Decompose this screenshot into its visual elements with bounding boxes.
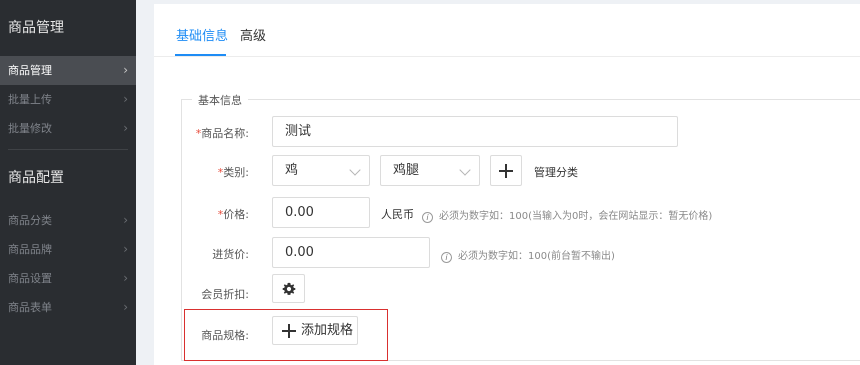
- category-label: *类别:: [217, 166, 249, 179]
- sidebar-item-label: 商品管理: [8, 64, 52, 77]
- sidebar-item-label: 商品表单: [8, 301, 52, 314]
- sidebar-item-product-settings[interactable]: 商品设置 ›: [0, 264, 136, 293]
- cost-hint: i 必须为数字如：100(前台暂不输出): [441, 247, 615, 263]
- chevron-right-icon: ›: [123, 271, 128, 285]
- price-hint: i 必须为数字如：100(当输入为0时，会在网站显示：暂无价格): [422, 207, 712, 223]
- chevron-right-icon: ›: [123, 92, 128, 106]
- sidebar-group-title: 商品管理: [8, 20, 64, 36]
- sidebar-item-label: 商品分类: [8, 214, 52, 227]
- member-discount-label: 会员折扣:: [201, 288, 249, 301]
- category-primary-value: 鸡: [285, 163, 299, 178]
- main-content: 基础信息 高级 基本信息 *商品名称: 测试 *类别: 鸡 鸡腿 管理分类 *价…: [136, 0, 860, 365]
- chevron-right-icon: ›: [123, 63, 128, 77]
- sidebar-item-batch-edit[interactable]: 批量修改 ›: [0, 114, 136, 143]
- cost-price-input[interactable]: 0.00: [272, 237, 430, 268]
- chevron-right-icon: ›: [123, 242, 128, 256]
- tab-basic-info[interactable]: 基础信息: [176, 25, 228, 44]
- chevron-right-icon: ›: [123, 121, 128, 135]
- category-select-primary[interactable]: 鸡: [272, 155, 370, 186]
- sidebar-item-product-management[interactable]: 商品管理 ›: [0, 56, 136, 85]
- info-icon: i: [441, 252, 452, 263]
- sidebar-item-product-category[interactable]: 商品分类 ›: [0, 206, 136, 235]
- chevron-right-icon: ›: [123, 213, 128, 227]
- price-input[interactable]: 0.00: [272, 197, 370, 228]
- manage-category-link[interactable]: 管理分类: [534, 164, 578, 180]
- active-tab-indicator: [175, 54, 226, 56]
- sidebar-item-batch-upload[interactable]: 批量上传 ›: [0, 85, 136, 114]
- sidebar-item-label: 批量修改: [8, 122, 52, 135]
- sidebar-item-product-brand[interactable]: 商品品牌 ›: [0, 235, 136, 264]
- price-unit: 人民币: [381, 208, 414, 221]
- fieldset-legend: 基本信息: [192, 92, 248, 108]
- chevron-right-icon: ›: [123, 300, 128, 314]
- tab-bar: 基础信息 高级: [154, 4, 860, 57]
- price-label: *价格:: [217, 208, 249, 221]
- sidebar-group-title: 商品配置: [8, 170, 64, 186]
- add-category-button[interactable]: [490, 155, 522, 186]
- gear-icon: [282, 282, 296, 295]
- member-discount-button[interactable]: [272, 274, 305, 303]
- chevron-down-icon: [459, 164, 471, 176]
- tab-advanced[interactable]: 高级: [240, 25, 266, 44]
- cost-label: 进货价:: [212, 248, 249, 261]
- sidebar: 商品管理 商品管理 › 批量上传 › 批量修改 › 商品配置 商品分类 › 商品…: [0, 0, 136, 365]
- category-secondary-value: 鸡腿: [393, 163, 420, 178]
- sidebar-item-label: 商品设置: [8, 272, 52, 285]
- spec-highlight-box: [184, 309, 388, 361]
- product-name-input[interactable]: 测试: [272, 116, 678, 147]
- sidebar-item-product-form[interactable]: 商品表单 ›: [0, 293, 136, 322]
- chevron-down-icon: [349, 164, 361, 176]
- form-card: 基础信息 高级 基本信息 *商品名称: 测试 *类别: 鸡 鸡腿 管理分类 *价…: [154, 4, 860, 365]
- sidebar-item-label: 批量上传: [8, 93, 52, 106]
- info-icon: i: [422, 212, 433, 223]
- category-select-secondary[interactable]: 鸡腿: [380, 155, 480, 186]
- sidebar-item-label: 商品品牌: [8, 243, 52, 256]
- name-label: *商品名称:: [195, 127, 249, 140]
